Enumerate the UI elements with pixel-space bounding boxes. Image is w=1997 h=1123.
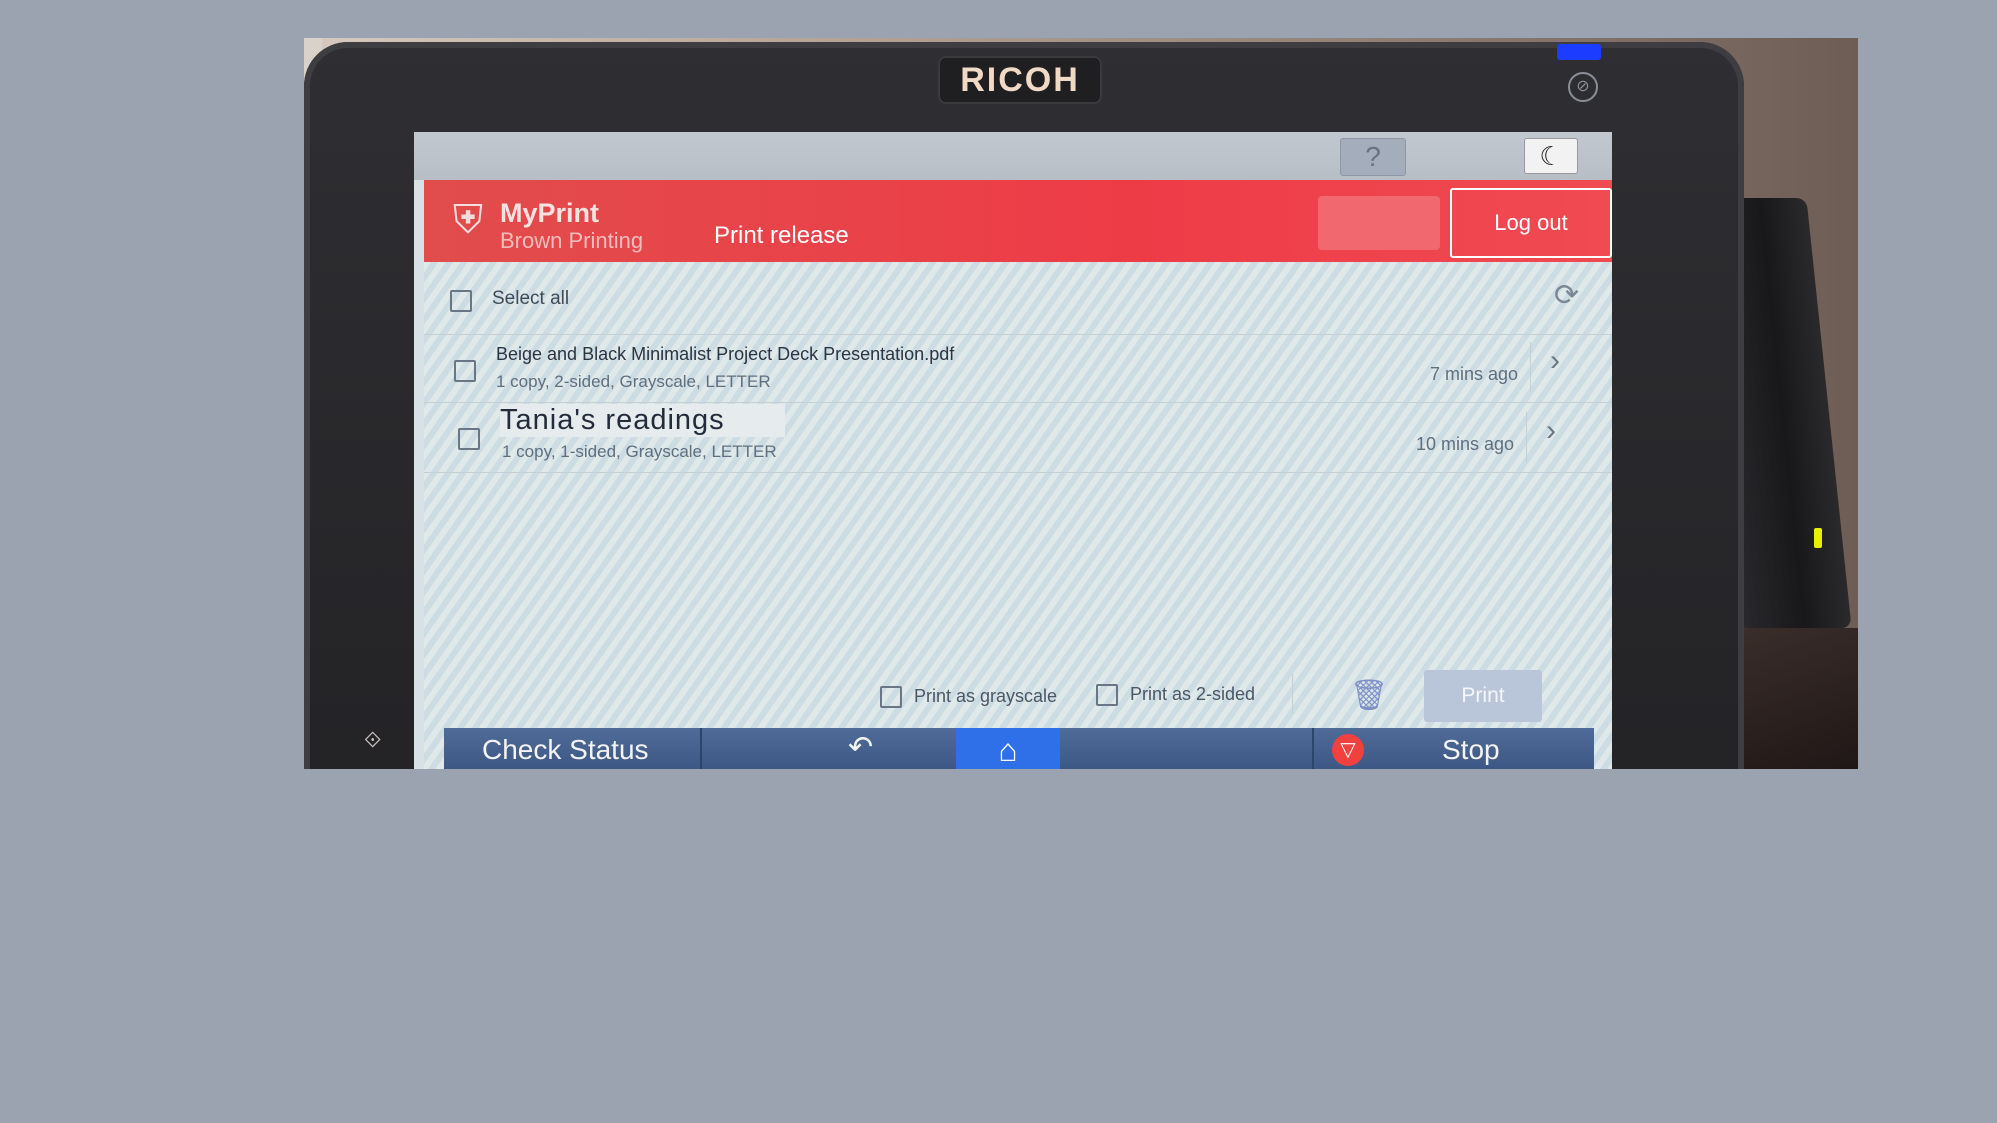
page-title: Print release [714,222,849,249]
chevron-right-icon[interactable]: › [1546,414,1556,448]
job-row[interactable]: Tania's readings 1 copy, 1-sided, Graysc… [424,404,1612,473]
grayscale-label: Print as grayscale [914,686,1058,706]
stop-icon[interactable]: ▽ [1332,734,1364,766]
touch-screen: ? ☾ ⛨ MyPrint Brown Printing Print relea… [414,132,1612,769]
device-taskbar: Check Status ↶ ⌂ ▽ Stop [444,728,1594,769]
select-all-label: Select all [492,288,570,309]
university-crest-icon: ⛨ [453,198,483,242]
two-sided-checkbox[interactable] [1096,684,1118,706]
grayscale-checkbox[interactable] [880,686,902,708]
taskbar-divider [1312,728,1314,769]
job-meta: 1 copy, 1-sided, Grayscale, LETTER [502,442,777,461]
home-icon[interactable]: ⌂ [956,728,1060,769]
back-arrow-icon[interactable]: ↶ [848,730,873,765]
job-row[interactable]: Beige and Black Minimalist Project Deck … [424,334,1612,403]
job-time: 7 mins ago [1430,364,1519,384]
job-title: Tania's readings [500,404,785,437]
app-name: MyPrint [500,198,600,228]
stop-button[interactable]: Stop [1442,734,1500,766]
job-checkbox[interactable] [458,428,480,450]
two-sided-label: Print as 2-sided [1130,684,1256,704]
refresh-icon[interactable]: ⟳ [1554,278,1579,313]
chevron-right-icon[interactable]: › [1550,344,1560,378]
eco-power-icon[interactable]: ⊘ [1568,72,1598,102]
printer-bezel: RICOH ⊘ ⟐ ? ☾ ⛨ MyPrint Brown Printing P… [304,42,1744,769]
card-reader-led [1814,528,1822,548]
job-time: 10 mins ago [1416,434,1515,454]
brand-logo: RICOH [938,56,1102,104]
printer-photo: RICOH ⊘ ⟐ ? ☾ ⛨ MyPrint Brown Printing P… [304,38,1858,769]
row-divider [1526,412,1527,462]
app-subtitle: Brown Printing [500,228,644,253]
logout-button[interactable]: Log out [1450,188,1612,258]
job-title: Beige and Black Minimalist Project Deck … [496,344,955,364]
header-placeholder [1318,196,1440,250]
moon-icon: ☾ [1539,141,1563,171]
options-divider [1292,674,1293,714]
app-header: ⛨ MyPrint Brown Printing Print release L… [424,180,1612,262]
login-arrow-icon[interactable]: ⟐ [364,727,381,753]
print-button[interactable]: Print [1424,670,1542,722]
system-bar: ? ☾ [414,132,1612,180]
select-all-row[interactable]: Select all ⟳ [424,262,1612,335]
power-led [1557,44,1601,60]
help-button[interactable]: ? [1340,138,1406,176]
taskbar-divider [700,728,702,769]
check-status-button[interactable]: Check Status [482,734,649,766]
job-checkbox[interactable] [454,360,476,382]
job-meta: 1 copy, 2-sided, Grayscale, LETTER [496,372,771,391]
select-all-checkbox[interactable] [450,290,472,312]
sleep-button[interactable]: ☾ [1524,138,1578,174]
row-divider [1530,342,1531,392]
job-list-area: Select all ⟳ Beige and Black Minimalist … [424,262,1612,769]
trash-icon[interactable]: 🗑 [1350,678,1388,713]
